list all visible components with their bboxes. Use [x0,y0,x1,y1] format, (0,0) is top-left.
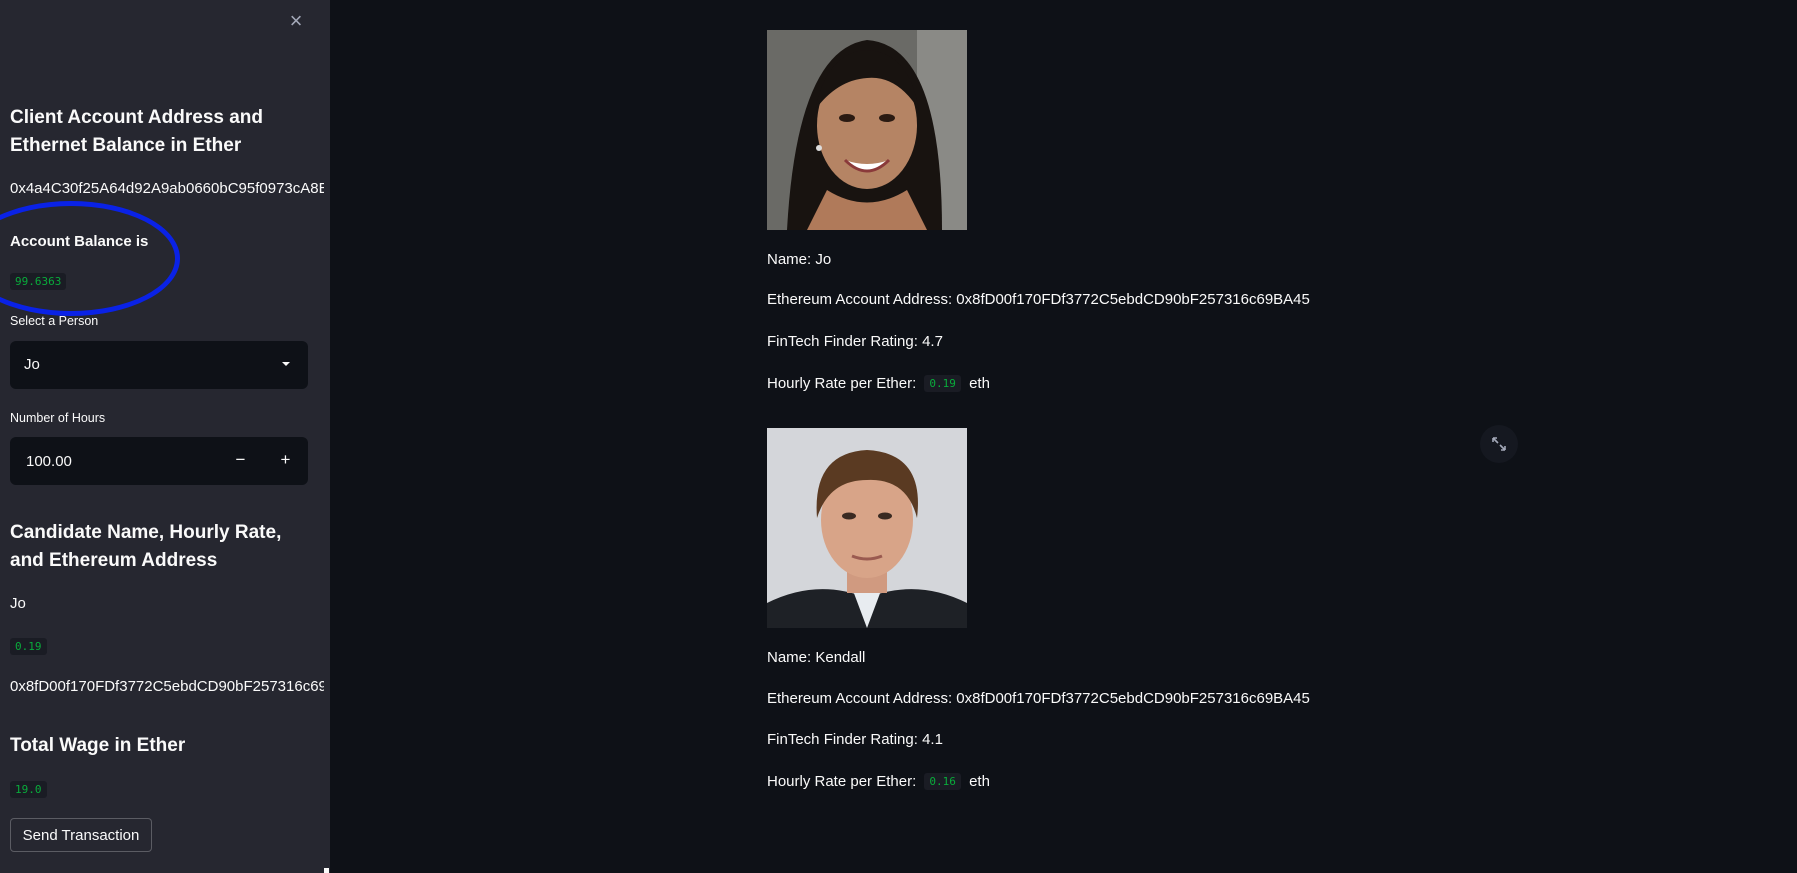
account-heading: Client Account Address and Ethernet Bala… [10,107,264,156]
candidate-name-line: Name: Kendall [767,649,866,666]
hours-label: Number of Hours [10,411,106,425]
candidate-name-line: Name: Jo [767,251,832,268]
fullscreen-icon[interactable] [1480,425,1518,463]
rate-value: 0.19 [924,375,961,392]
candidate-name: Jo [10,595,26,612]
balance-value: 99.6363 [10,273,67,290]
scroll-indicator [324,868,329,873]
decrement-button[interactable]: − [218,437,263,485]
rate-suffix: eth [969,375,990,392]
candidate-rating-line: FinTech Finder Rating: 4.1 [767,731,943,748]
wage-heading: Total Wage in Ether [10,735,186,756]
hours-stepper: − + [10,437,308,485]
increment-button[interactable]: + [263,437,308,485]
balance-label: Account Balance is [10,233,149,250]
chevron-down-icon [282,362,290,366]
rate-prefix: Hourly Rate per Ether: [767,375,917,392]
candidate-address: 0x8fD00f170FDf3772C5ebdCD90bF257316c69BA… [10,678,324,695]
candidate-rate-line: Hourly Rate per Ether: 0.19 eth [767,375,990,392]
candidate-rate: 0.19 [10,638,47,655]
sidebar: × Client Account Address and Ethernet Ba… [0,0,330,873]
select-person-label: Select a Person [10,314,99,328]
candidate-photo-kendall [767,428,967,628]
candidate-address-line: Ethereum Account Address: 0x8fD00f170FDf… [767,690,1310,707]
select-person-value: Jo [24,356,40,373]
candidate-photo-jo [767,30,967,230]
candidate-heading: Candidate Name, Hourly Rate, and Ethereu… [10,522,282,571]
annotation-circle [0,201,180,316]
rate-suffix: eth [969,773,990,790]
candidate-rating-line: FinTech Finder Rating: 4.7 [767,333,943,350]
send-transaction-button[interactable]: Send Transaction [10,818,152,852]
close-icon[interactable]: × [283,8,309,34]
rate-value: 0.16 [924,773,961,790]
rate-prefix: Hourly Rate per Ether: [767,773,917,790]
candidate-rate-line: Hourly Rate per Ether: 0.16 eth [767,773,990,790]
hours-input[interactable] [10,437,218,485]
wage-value: 19.0 [10,781,47,798]
account-address: 0x4a4C30f25A64d92A9ab0660bC95f0973cA8B34 [10,180,324,197]
select-person-dropdown[interactable]: Jo [10,341,308,389]
candidate-address-line: Ethereum Account Address: 0x8fD00f170FDf… [767,291,1310,308]
